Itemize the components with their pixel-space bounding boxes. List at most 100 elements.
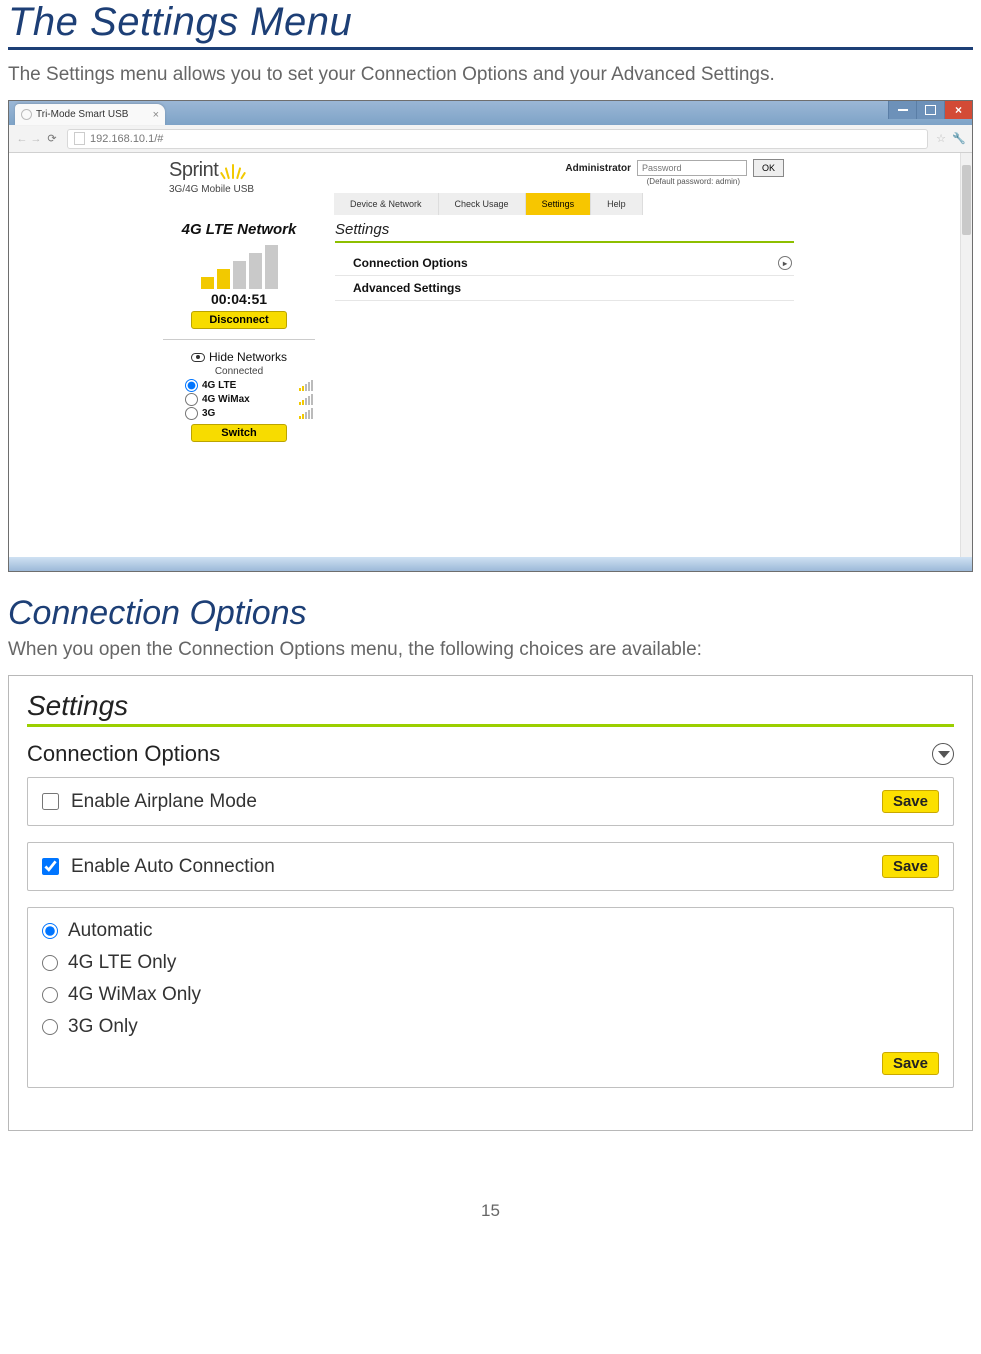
- option-airplane-card: Enable Airplane Mode Save: [27, 777, 954, 826]
- brand-subtitle: 3G/4G Mobile USB: [169, 184, 254, 195]
- mode-radio[interactable]: [42, 987, 58, 1003]
- left-panel: 4G LTE Network 00:04:51 Disconnect Hide …: [159, 221, 319, 446]
- network-radio[interactable]: [185, 393, 198, 406]
- save-auto-button[interactable]: Save: [882, 855, 939, 878]
- settings-heading: Settings: [335, 221, 794, 243]
- switch-button[interactable]: Switch: [191, 424, 287, 442]
- nav-check-usage[interactable]: Check Usage: [439, 193, 526, 215]
- page-title: The Settings Menu: [8, 0, 973, 50]
- mode-label: 3G Only: [68, 1016, 138, 1038]
- address-text: 192.168.10.1/#: [90, 133, 163, 145]
- nav-settings[interactable]: Settings: [526, 193, 592, 215]
- panel-heading: Settings: [27, 690, 954, 722]
- wrench-icon[interactable]: 🔧: [952, 132, 966, 145]
- window-maximize-icon[interactable]: [916, 101, 944, 119]
- divider: [163, 339, 315, 340]
- admin-default-note: (Default password: admin): [647, 177, 740, 186]
- mode-4g-wimax-only[interactable]: 4G WiMax Only: [42, 984, 939, 1006]
- chevron-right-icon: ▸: [778, 256, 792, 270]
- reload-icon[interactable]: ⟳: [43, 132, 61, 145]
- forward-icon[interactable]: →: [29, 133, 43, 145]
- mode-radio[interactable]: [42, 1019, 58, 1035]
- address-bar[interactable]: 192.168.10.1/#: [67, 129, 928, 149]
- globe-icon: [21, 109, 32, 120]
- signal-mini-icon: [299, 394, 313, 405]
- mode-label: 4G WiMax Only: [68, 984, 201, 1006]
- nav-device-network[interactable]: Device & Network: [334, 193, 439, 215]
- signal-mini-icon: [299, 408, 313, 419]
- settings-row-advanced[interactable]: Advanced Settings: [335, 276, 794, 301]
- network-option-4g-wimax[interactable]: 4G WiMax: [185, 393, 319, 406]
- screenshot-browser: Tri-Mode Smart USB × × ← → ⟳ 192.168.10.…: [8, 100, 973, 572]
- eye-icon: [191, 353, 205, 362]
- auto-connection-label: Enable Auto Connection: [71, 856, 275, 878]
- section-connection-options-title: Connection Options: [8, 594, 973, 633]
- window-close-icon[interactable]: ×: [944, 101, 972, 119]
- admin-login: Administrator OK: [565, 159, 784, 177]
- network-radio[interactable]: [185, 407, 198, 420]
- page-icon: [74, 132, 85, 145]
- airplane-mode-label: Enable Airplane Mode: [71, 791, 257, 813]
- browser-tabstrip: Tri-Mode Smart USB × ×: [9, 101, 972, 125]
- option-auto-card: Enable Auto Connection Save: [27, 842, 954, 891]
- settings-list: Connection Options ▸ Advanced Settings: [335, 251, 794, 301]
- admin-password-input[interactable]: [637, 160, 747, 176]
- connection-timer: 00:04:51: [159, 291, 319, 307]
- connection-options-label: Connection Options: [27, 741, 220, 767]
- top-nav: Device & Network Check Usage Settings He…: [334, 193, 643, 215]
- network-label: 3G: [202, 408, 215, 419]
- save-airplane-button[interactable]: Save: [882, 790, 939, 813]
- network-option-4g-lte[interactable]: 4G LTE: [185, 379, 319, 392]
- back-icon[interactable]: ←: [15, 133, 29, 145]
- sprint-logo: Sprint 3G/4G Mobile USB: [169, 159, 254, 195]
- settings-row-label: Connection Options: [353, 256, 468, 270]
- mode-label: 4G LTE Only: [68, 952, 176, 974]
- window-minimize-icon[interactable]: [888, 101, 916, 119]
- screenshot-connection-options: Settings Connection Options Enable Airpl…: [8, 675, 973, 1131]
- brand-text: Sprint: [169, 159, 218, 182]
- nav-help[interactable]: Help: [591, 193, 643, 215]
- sprint-fan-icon: [222, 161, 244, 181]
- hide-networks-toggle[interactable]: Hide Networks: [159, 350, 319, 364]
- mode-radio[interactable]: [42, 923, 58, 939]
- lead-paragraph: The Settings menu allows you to set your…: [8, 64, 973, 86]
- scrollbar[interactable]: [960, 153, 972, 557]
- network-list: 4G LTE 4G WiMax 3G: [185, 379, 319, 420]
- tab-close-icon[interactable]: ×: [153, 109, 159, 121]
- auto-connection-checkbox[interactable]: [42, 858, 59, 875]
- mode-label: Automatic: [68, 920, 152, 942]
- network-title: 4G LTE Network: [159, 221, 319, 238]
- disconnect-button[interactable]: Disconnect: [191, 311, 287, 329]
- scrollbar-thumb[interactable]: [962, 165, 971, 235]
- section2-lead: When you open the Connection Options men…: [8, 639, 973, 661]
- mode-4g-lte-only[interactable]: 4G LTE Only: [42, 952, 939, 974]
- tab-title: Tri-Mode Smart USB: [36, 109, 128, 120]
- browser-tab[interactable]: Tri-Mode Smart USB ×: [15, 104, 165, 125]
- chevron-down-icon[interactable]: [932, 743, 954, 765]
- network-label: 4G WiMax: [202, 394, 250, 405]
- page-number: 15: [8, 1201, 973, 1221]
- mode-radio[interactable]: [42, 955, 58, 971]
- admin-ok-button[interactable]: OK: [753, 159, 784, 177]
- save-mode-button[interactable]: Save: [882, 1052, 939, 1075]
- os-taskbar: [9, 557, 972, 571]
- network-label: 4G LTE: [202, 380, 236, 391]
- settings-panel: Settings Connection Options ▸ Advanced S…: [335, 221, 794, 301]
- network-option-3g[interactable]: 3G: [185, 407, 319, 420]
- option-mode-card: Automatic 4G LTE Only 4G WiMax Only 3G O…: [27, 907, 954, 1088]
- bookmark-star-icon[interactable]: ☆: [934, 132, 948, 145]
- mode-automatic[interactable]: Automatic: [42, 920, 939, 942]
- hide-networks-label: Hide Networks: [209, 350, 287, 364]
- browser-toolbar: ← → ⟳ 192.168.10.1/# ☆ 🔧: [9, 125, 972, 153]
- settings-row-connection-options[interactable]: Connection Options ▸: [335, 251, 794, 276]
- network-radio[interactable]: [185, 379, 198, 392]
- settings-row-label: Advanced Settings: [353, 281, 461, 295]
- signal-bars-icon: [159, 244, 319, 289]
- connection-options-header[interactable]: Connection Options: [27, 741, 954, 767]
- site-body: Sprint 3G/4G Mobile USB Administrator OK…: [9, 153, 972, 557]
- window-buttons: ×: [888, 101, 972, 119]
- green-rule: [27, 724, 954, 727]
- mode-3g-only[interactable]: 3G Only: [42, 1016, 939, 1038]
- connected-label: Connected: [159, 366, 319, 377]
- airplane-mode-checkbox[interactable]: [42, 793, 59, 810]
